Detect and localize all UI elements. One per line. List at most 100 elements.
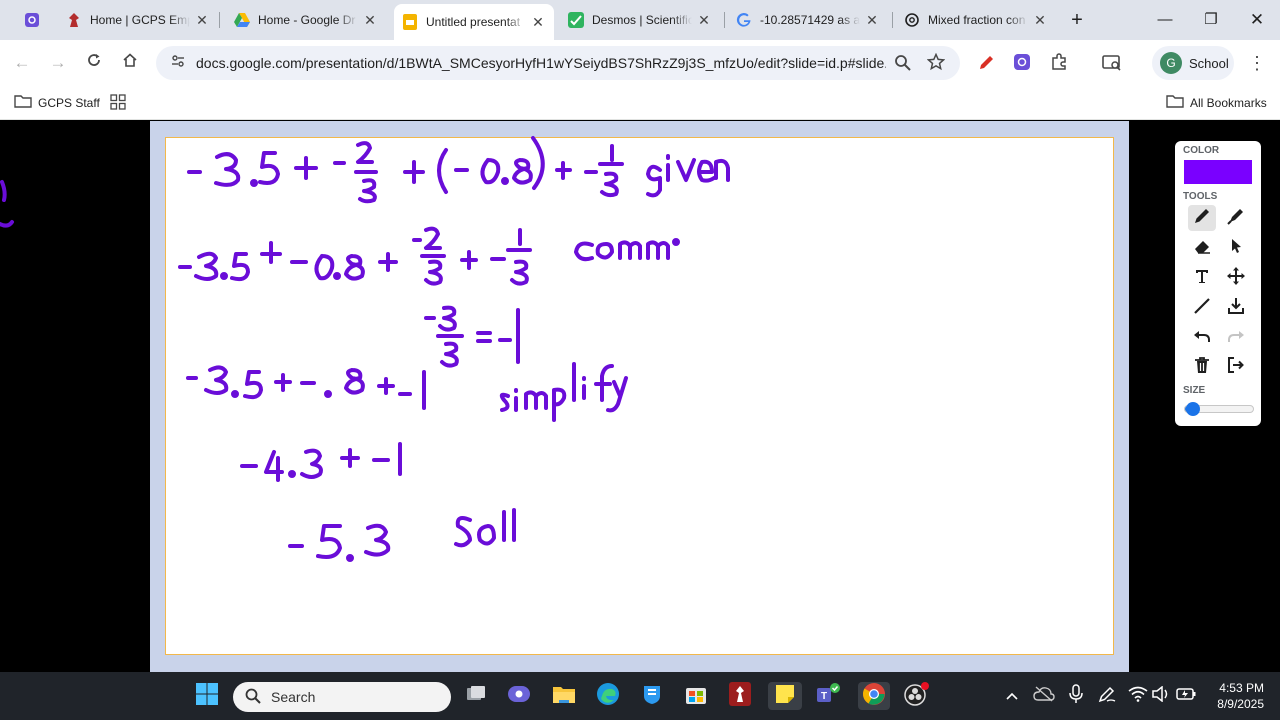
battery-button[interactable] — [1172, 682, 1200, 710]
close-icon[interactable]: ✕ — [194, 12, 210, 29]
extension-icon — [24, 12, 40, 28]
all-bookmarks-button[interactable]: All Bookmarks — [1166, 94, 1267, 111]
task-view-button[interactable] — [462, 682, 490, 710]
tab-google-search[interactable]: -10.28571429 as a ✕ — [728, 6, 888, 34]
home-button[interactable] — [117, 50, 143, 76]
undo-icon — [1192, 326, 1212, 351]
google-drive-icon — [234, 12, 250, 28]
back-button[interactable]: ← — [9, 50, 35, 76]
taskbar-app-chrome[interactable] — [858, 682, 890, 710]
taskbar-app-copilot[interactable] — [638, 682, 666, 710]
volume-button[interactable] — [1147, 682, 1175, 710]
reload-button[interactable] — [81, 50, 107, 76]
bookmark-label: GCPS Staff — [38, 95, 100, 110]
chevron-up-icon — [1005, 689, 1019, 704]
google-slides-icon — [402, 14, 418, 30]
taskbar-app-obs[interactable] — [902, 681, 930, 710]
color-label: COLOR — [1183, 145, 1220, 156]
pen-tool[interactable] — [1188, 205, 1216, 231]
tab-search-button[interactable] — [16, 6, 48, 34]
close-icon[interactable]: ✕ — [696, 12, 712, 29]
highlighter-tool[interactable] — [1222, 205, 1250, 231]
tab-strip: Home | GCPS Emp ✕ Home - Google Dr ✕ Unt… — [0, 0, 1280, 40]
exit-tool[interactable] — [1222, 354, 1250, 380]
download-icon — [1226, 296, 1246, 321]
tab-separator — [892, 12, 893, 28]
taskbar-clock[interactable]: 4:53 PM 8/9/2025 — [1204, 680, 1264, 712]
pen-extension-icon[interactable] — [977, 54, 995, 77]
taskbar-app-store[interactable] — [682, 682, 710, 710]
taskbar-app-gcps[interactable] — [726, 681, 754, 710]
start-button[interactable] — [193, 682, 221, 710]
tab-desmos[interactable]: Desmos | Scientific ✕ — [560, 6, 720, 34]
tab-untitled-presentation[interactable]: Untitled presentat ✕ — [394, 4, 554, 40]
taskbar-app-teams[interactable]: T — [814, 682, 842, 710]
new-tab-button[interactable]: + — [1062, 8, 1092, 32]
eraser-tool[interactable] — [1188, 235, 1216, 261]
size-label: SIZE — [1183, 385, 1206, 396]
tools-label: TOOLS — [1183, 191, 1218, 202]
download-tool[interactable] — [1222, 295, 1250, 321]
taskbar-app-file-explorer[interactable] — [550, 682, 578, 710]
taskbar-app-edge[interactable] — [594, 682, 622, 710]
tab-google-drive[interactable]: Home - Google Dr ✕ — [226, 6, 386, 34]
minimize-button[interactable]: — — [1150, 8, 1180, 32]
profile-button[interactable]: G School — [1152, 46, 1234, 80]
extension-icon[interactable] — [1013, 53, 1031, 76]
close-window-button[interactable]: ✕ — [1242, 8, 1272, 32]
url-text[interactable]: docs.google.com/presentation/d/1BWtA_SMC… — [196, 55, 886, 71]
color-swatch[interactable] — [1184, 160, 1252, 184]
annotation-tool-palette: COLOR TOOLS SIZE — [1175, 141, 1261, 426]
apps-grid-button[interactable] — [110, 94, 126, 113]
bookmark-star-icon[interactable] — [926, 52, 946, 76]
tab-search-icon[interactable] — [1102, 54, 1122, 77]
onedrive-status-button[interactable] — [1030, 682, 1058, 710]
all-bookmarks-label: All Bookmarks — [1190, 95, 1267, 110]
google-icon — [736, 12, 752, 28]
text-icon — [1192, 266, 1212, 291]
taskbar-app-sticky-notes[interactable] — [768, 682, 802, 710]
close-icon[interactable]: ✕ — [864, 12, 880, 29]
show-hidden-icons-button[interactable] — [998, 682, 1026, 710]
windows-taskbar: Search T 4:53 PM 8/9/2025 — [0, 672, 1280, 720]
store-icon — [684, 682, 708, 711]
pen-menu-button[interactable] — [1093, 682, 1121, 710]
redo-tool[interactable] — [1222, 325, 1250, 351]
tab-gcps[interactable]: Home | GCPS Emp ✕ — [58, 6, 218, 34]
clear-tool[interactable] — [1188, 354, 1216, 380]
tab-chatgpt[interactable]: Mixed fraction con ✕ — [896, 6, 1056, 34]
tab-separator — [724, 12, 725, 28]
site-info-icon[interactable] — [170, 53, 186, 74]
tab-title: Desmos | Scientific — [592, 13, 692, 27]
profile-label: School — [1189, 55, 1229, 71]
address-bar[interactable]: docs.google.com/presentation/d/1BWtA_SMC… — [156, 46, 960, 80]
exit-icon — [1226, 355, 1246, 380]
speaker-icon — [1151, 684, 1171, 707]
close-icon[interactable]: ✕ — [362, 12, 378, 29]
desmos-icon — [568, 12, 584, 28]
close-icon[interactable]: ✕ — [530, 14, 546, 31]
tab-separator — [219, 12, 220, 28]
move-tool[interactable] — [1222, 265, 1250, 291]
zoom-icon[interactable] — [894, 54, 912, 77]
apps-grid-icon — [110, 94, 126, 113]
text-tool[interactable] — [1188, 265, 1216, 291]
close-icon[interactable]: ✕ — [1032, 12, 1048, 29]
undo-tool[interactable] — [1188, 325, 1216, 351]
microphone-icon — [1069, 683, 1083, 709]
menu-kebab-icon[interactable]: ⋮ — [1244, 50, 1270, 76]
microphone-button[interactable] — [1062, 682, 1090, 710]
chatgpt-icon — [904, 12, 920, 28]
restore-button[interactable]: ❐ — [1196, 8, 1226, 32]
forward-button[interactable]: → — [45, 50, 71, 76]
select-tool[interactable] — [1222, 235, 1250, 261]
size-slider-handle[interactable] — [1186, 402, 1200, 416]
size-slider[interactable] — [1184, 402, 1254, 416]
line-tool[interactable] — [1188, 295, 1216, 321]
slide-canvas[interactable] — [165, 137, 1114, 655]
pen-icon — [1097, 684, 1117, 709]
bookmark-gcps-staff[interactable]: GCPS Staff — [14, 94, 100, 111]
taskbar-app-meet[interactable] — [505, 682, 533, 710]
taskbar-search[interactable]: Search — [233, 682, 451, 712]
extensions-puzzle-icon[interactable] — [1050, 53, 1068, 76]
